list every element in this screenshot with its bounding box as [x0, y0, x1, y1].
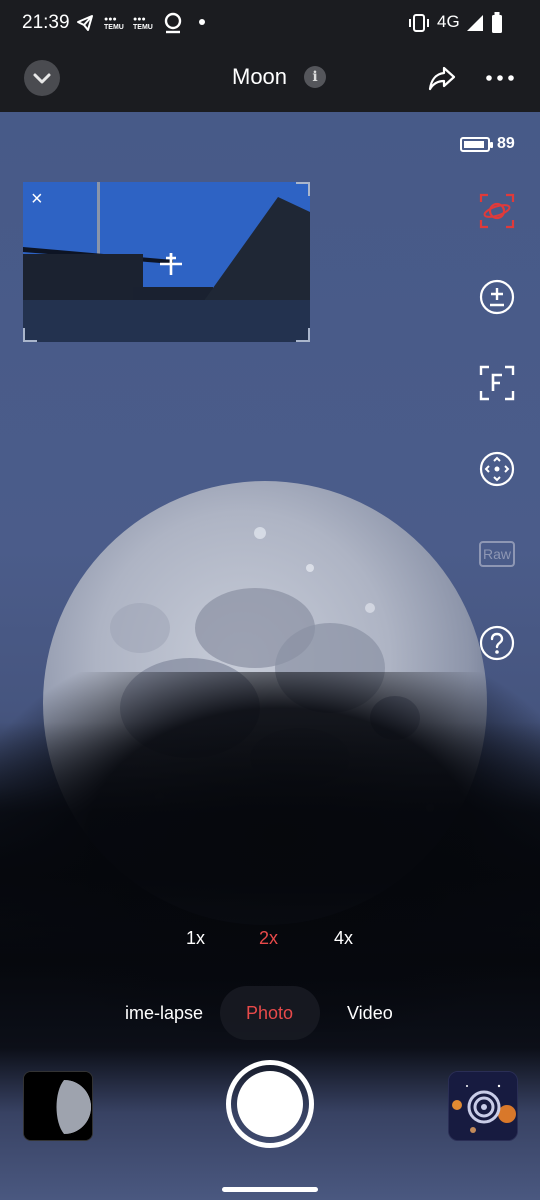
info-icon[interactable]: i	[304, 66, 326, 88]
temu-icon: ●●● TEMU	[104, 16, 124, 31]
top-app-bar: Moon i	[0, 48, 540, 112]
moon-thumbnail-image	[24, 1072, 92, 1140]
location-pin-icon	[164, 12, 182, 34]
mode-timelapse[interactable]: ime-lapse	[125, 1003, 203, 1024]
collapse-button[interactable]	[24, 60, 60, 96]
camera-viewfinder[interactable]: 89 × Raw 1x 2x 4x ime-lapse Photo Video	[0, 112, 540, 1200]
shutter-button[interactable]	[226, 1060, 314, 1148]
more-options-icon[interactable]	[484, 62, 516, 94]
vibrate-icon	[409, 14, 429, 32]
share-icon[interactable]	[426, 62, 458, 94]
gallery-thumbnail[interactable]	[23, 1071, 93, 1141]
mode-photo[interactable]: Photo	[246, 1003, 293, 1024]
preview-image	[23, 182, 310, 342]
battery-level: 89	[497, 135, 515, 152]
move-direction-icon[interactable]	[478, 450, 516, 488]
status-time: 21:39	[22, 12, 70, 33]
battery-indicator	[460, 137, 493, 152]
close-preview-button[interactable]: ×	[31, 188, 43, 211]
frame-corner	[296, 328, 310, 342]
planet-icon	[449, 1072, 517, 1140]
status-bar: 21:39 ●●● TEMU ●●● TEMU 4G	[0, 0, 540, 48]
mode-video[interactable]: Video	[347, 1003, 393, 1024]
signal-icon	[467, 15, 483, 31]
zoom-option-4x[interactable]: 4x	[334, 928, 353, 949]
planet-mode-button[interactable]	[448, 1071, 518, 1141]
focus-icon[interactable]	[478, 364, 516, 402]
home-indicator	[222, 1187, 318, 1192]
temu-icon: ●●● TEMU	[133, 16, 153, 31]
mini-preview-window[interactable]: ×	[23, 182, 310, 342]
network-type: 4G	[437, 12, 460, 31]
frame-corner	[23, 328, 37, 342]
zoom-option-2x[interactable]: 2x	[259, 928, 278, 949]
shutter-inner	[237, 1071, 303, 1137]
frame-corner	[296, 182, 310, 196]
battery-icon	[492, 12, 502, 33]
telegram-icon	[77, 15, 93, 31]
help-icon[interactable]	[478, 624, 516, 662]
chevron-down-icon	[33, 73, 51, 84]
zoom-option-1x[interactable]: 1x	[186, 928, 205, 949]
notification-dot	[199, 19, 205, 25]
exposure-compensation-icon[interactable]	[478, 278, 516, 316]
raw-toggle[interactable]: Raw	[479, 541, 515, 567]
moon-mode-icon[interactable]	[478, 192, 516, 230]
page-title: Moon	[232, 64, 288, 89]
